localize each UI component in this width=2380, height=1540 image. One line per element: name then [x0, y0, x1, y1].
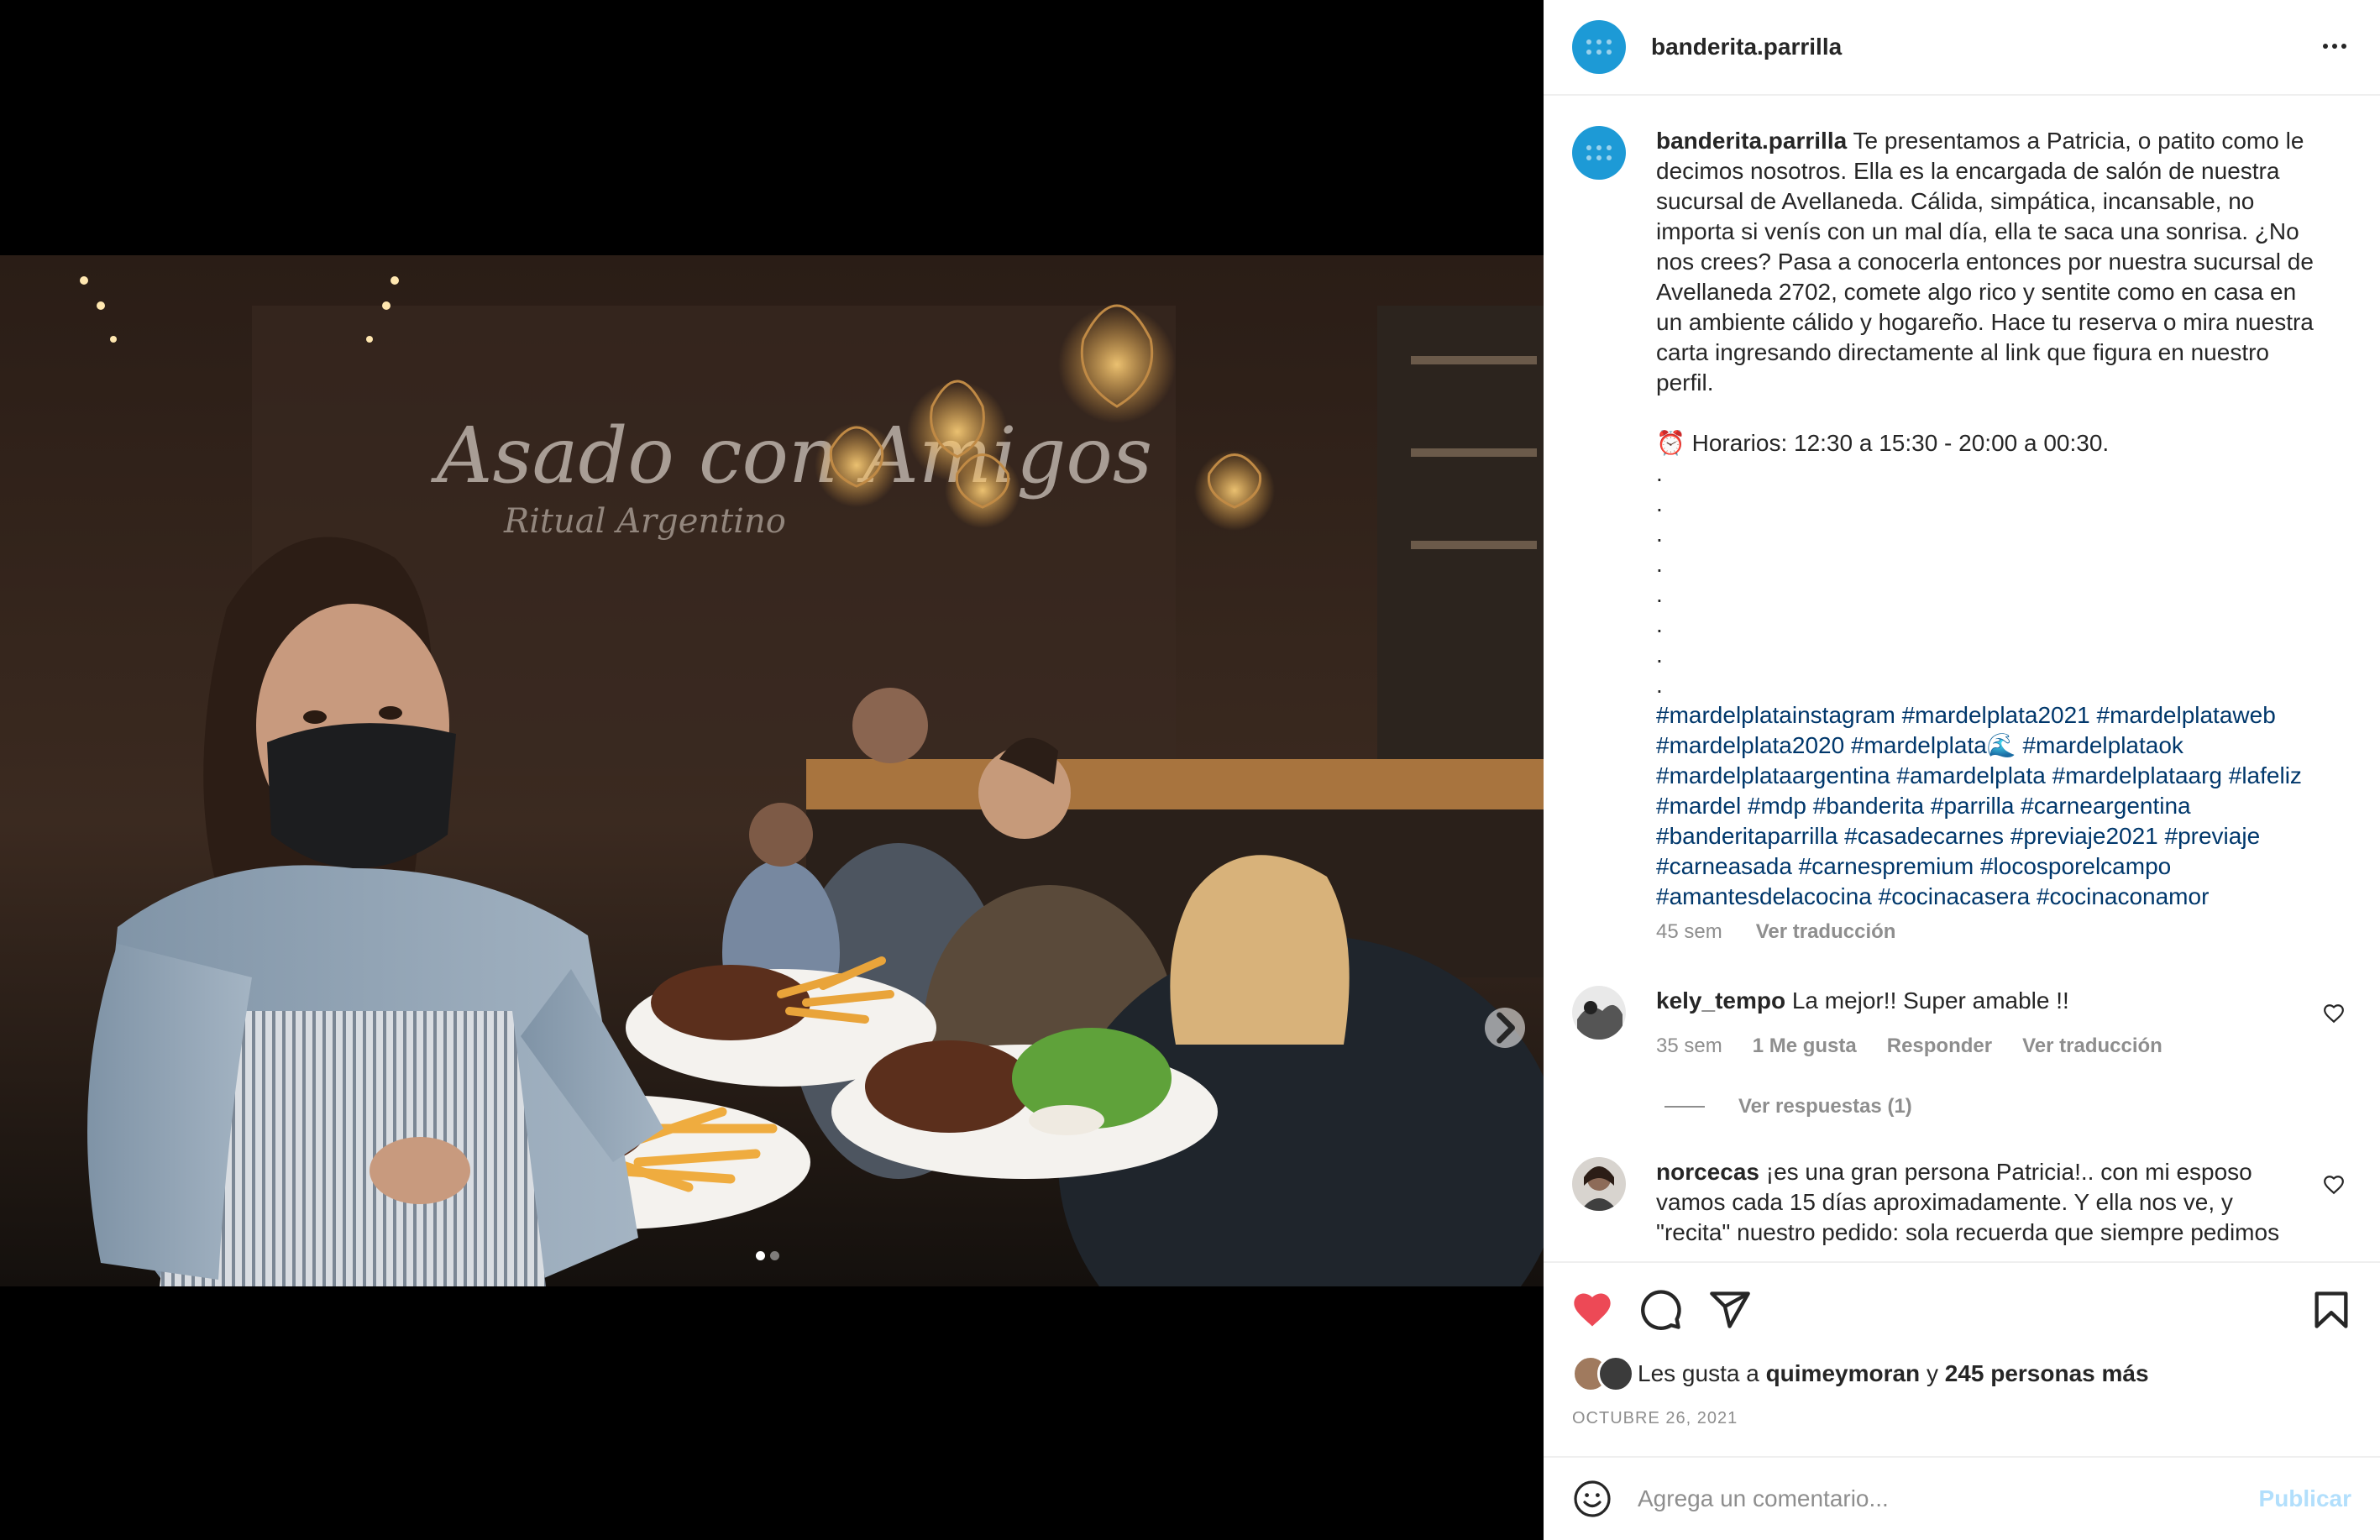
post-media: Asado con Amigos Ritual Argentino	[0, 0, 1544, 1540]
commenter-avatar[interactable]	[1572, 986, 1626, 1040]
share-icon[interactable]	[1708, 1288, 1752, 1332]
heart-icon[interactable]	[1570, 1288, 1614, 1332]
next-photo-button[interactable]	[1485, 1008, 1525, 1048]
liker-username[interactable]: quimeymoran	[1766, 1360, 1921, 1386]
comment-likes[interactable]: 1 Me gusta	[1753, 1035, 1857, 1058]
comment-icon[interactable]	[1639, 1288, 1683, 1332]
post-side-panel: banderita.parrilla banderita.parrilla Te…	[1544, 0, 2380, 1540]
caption-hashtags[interactable]: #mardelplatainstagram #mardelplata2021 #…	[1656, 700, 2328, 912]
carousel-dot-active	[756, 1251, 765, 1260]
comment-item: kely_tempo La mejor!! Super amable !! 35…	[1572, 986, 2345, 1070]
replies-divider	[1664, 1106, 1705, 1108]
post-caption: banderita.parrilla Te presentamos a Patr…	[1656, 126, 2328, 912]
restaurant-photo: Asado con Amigos Ritual Argentino	[0, 255, 1544, 1286]
caption-meta: 45 sem Ver traducción	[1656, 920, 1895, 944]
post-actions: Les gusta a quimeymoran y 245 personas m…	[1544, 1261, 2380, 1427]
header-username[interactable]: banderita.parrilla	[1651, 34, 1842, 60]
view-replies-button[interactable]: Ver respuestas (1)	[1664, 1095, 1912, 1118]
avatar-logo-icon	[1586, 145, 1612, 160]
view-replies-label: Ver respuestas (1)	[1738, 1095, 1912, 1118]
caption-text: Te presentamos a Patricia, o patito como…	[1656, 128, 2320, 395]
comment-composer: Publicar	[1544, 1456, 2380, 1540]
comment-text: La mejor!! Super amable !!	[1791, 987, 2069, 1014]
caption-time[interactable]: 45 sem	[1656, 920, 1722, 944]
comment-username[interactable]: norcecas	[1656, 1159, 1759, 1185]
post-photo[interactable]: Asado con Amigos Ritual Argentino	[0, 255, 1544, 1286]
caption-dots: . . . . . . . .	[1656, 460, 1663, 698]
caption-translate-link[interactable]: Ver traducción	[1756, 920, 1896, 944]
likes-prefix: Les gusta a	[1638, 1360, 1759, 1386]
comment-item: norcecas ¡es una gran persona Patricia!.…	[1572, 1157, 2345, 1260]
avatar-logo-icon	[1586, 39, 1612, 55]
likes-count[interactable]: 245 personas más	[1945, 1360, 2149, 1386]
comment-username[interactable]: kely_tempo	[1656, 987, 1785, 1014]
comments-section[interactable]: banderita.parrilla Te presentamos a Patr…	[1544, 97, 2380, 1260]
liker-avatar	[1597, 1355, 1634, 1392]
profile-avatar[interactable]	[1572, 20, 1626, 74]
comment-body: norcecas ¡es una gran persona Patricia!.…	[1656, 1157, 2286, 1248]
heart-icon[interactable]	[2323, 1174, 2345, 1196]
post-date[interactable]: OCTUBRE 26, 2021	[1572, 1409, 1738, 1428]
comment-translate-link[interactable]: Ver traducción	[2022, 1035, 2162, 1058]
likers-avatars[interactable]	[1572, 1355, 1638, 1392]
svg-text:Asado con Amigos: Asado con Amigos	[430, 411, 1152, 500]
carousel-indicator	[756, 1251, 779, 1260]
caption-hours: ⏰ Horarios: 12:30 a 15:30 - 20:00 a 00:3…	[1656, 430, 2110, 456]
caption-avatar[interactable]	[1572, 126, 1626, 180]
likes-text: Les gusta a quimeymoran y 245 personas m…	[1638, 1360, 2149, 1387]
post-header: banderita.parrilla	[1544, 0, 2380, 96]
save-icon[interactable]	[2309, 1288, 2353, 1332]
svg-text:Ritual Argentino: Ritual Argentino	[503, 502, 786, 541]
comment-meta: 35 sem 1 Me gusta Responder Ver traducci…	[1656, 1035, 2162, 1058]
publish-button[interactable]: Publicar	[2259, 1485, 2351, 1512]
commenter-avatar[interactable]	[1572, 1157, 1626, 1211]
comment-body: kely_tempo La mejor!! Super amable !!	[1656, 986, 2286, 1016]
likes-conjunction: y	[1926, 1360, 1938, 1386]
chevron-right-icon	[1497, 1012, 1515, 1044]
emoji-icon[interactable]	[1572, 1479, 1612, 1519]
likes-summary: Les gusta a quimeymoran y 245 personas m…	[1572, 1355, 2149, 1392]
more-options-icon[interactable]	[2318, 34, 2351, 59]
comment-time[interactable]: 35 sem	[1656, 1035, 1722, 1058]
carousel-dot	[770, 1251, 779, 1260]
heart-icon[interactable]	[2323, 1003, 2345, 1024]
reply-button[interactable]: Responder	[1887, 1035, 1992, 1058]
caption-username[interactable]: banderita.parrilla	[1656, 128, 1847, 154]
comment-input[interactable]	[1638, 1485, 2242, 1512]
